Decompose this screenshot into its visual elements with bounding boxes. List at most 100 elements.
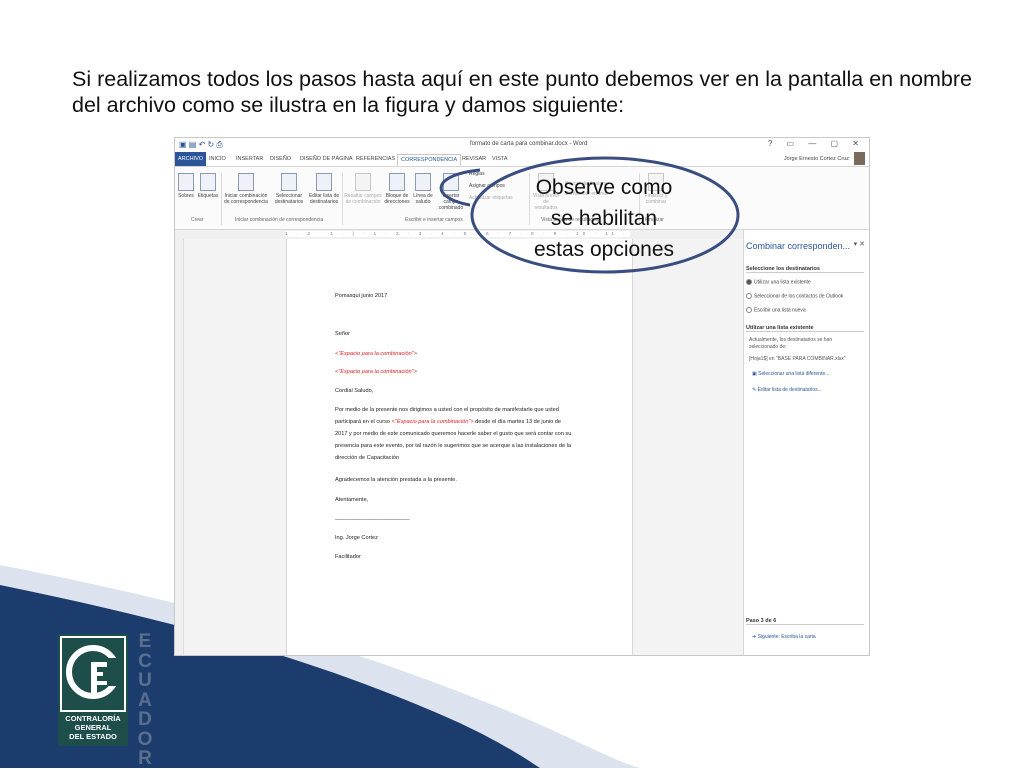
ecuador-vertical-text: E C U A D O R xyxy=(134,632,156,769)
radio-new-list[interactable]: Escribir una lista nueva xyxy=(746,307,806,313)
editar-label: Editar lista de destinatarios xyxy=(308,193,340,205)
insertar-campo-label: Insertar campo combinado xyxy=(438,193,464,211)
labels-icon xyxy=(200,173,216,191)
link-label: Editar lista de destinatarios... xyxy=(757,387,822,393)
ecuador-letter: A xyxy=(138,689,152,711)
doc-agradecemos: Agradecemos la atención prestada a la pr… xyxy=(335,477,457,483)
iniciar-combinacion-button[interactable]: Iniciar combinación de correspondencia xyxy=(223,173,269,205)
title-bar: ▣ ▤ ↶ ↻ ⎙ formato de carta para combinar… xyxy=(175,138,869,152)
ecuador-letter: O xyxy=(137,728,153,750)
word-app-icon[interactable]: ▣ ▤ ↶ ↻ ⎙ xyxy=(179,140,223,150)
vertical-ruler[interactable] xyxy=(175,239,184,655)
tab-inicio[interactable]: INICIO xyxy=(206,154,229,164)
group-escribir: Escribir e insertar campos xyxy=(405,217,463,223)
group-iniciar: Iniciar combinación de correspondencia xyxy=(235,217,324,223)
radio-icon xyxy=(746,279,752,285)
pane-heading-use-list: Utilizar una lista existente xyxy=(746,325,864,332)
tab-revisar[interactable]: REVISAR xyxy=(459,154,489,164)
doc-body-line: participará en el curso <"Espacio para l… xyxy=(335,417,585,428)
doc-body-line: Por medio de la presente nos dirigimos a… xyxy=(335,407,559,413)
bloque-label: Bloque de direcciones xyxy=(384,193,410,205)
reglas-button[interactable]: Reglas xyxy=(469,171,519,177)
pane-step: Paso 3 de 6 xyxy=(746,618,864,625)
tab-diseno-pagina[interactable]: DISEÑO DE PÁGINA xyxy=(297,154,356,164)
sobres-button[interactable]: Sobres xyxy=(177,173,195,199)
callout-line: se habilitan xyxy=(550,207,658,230)
ecuador-letter: E xyxy=(138,631,152,652)
resaltar-label: Resaltar campos de combinación xyxy=(344,193,382,205)
etiquetas-button[interactable]: Etiquetas xyxy=(197,173,219,199)
ribbon-separator xyxy=(221,173,222,225)
logo-caption: CONTRALORÍA GENERAL DEL ESTADO xyxy=(56,714,130,741)
next-step-link[interactable]: ➔ Siguiente: Escriba la carta xyxy=(752,634,816,640)
address-block-icon xyxy=(389,173,405,191)
radio-icon xyxy=(746,293,752,299)
tab-insertar[interactable]: INSERTAR xyxy=(233,154,266,164)
select-different-list-link[interactable]: ▣ Seleccionar una lista diferente... xyxy=(752,371,829,377)
insertar-campo-button[interactable]: Insertar campo combinado xyxy=(435,173,467,211)
radio-icon xyxy=(746,307,752,313)
editar-lista-button[interactable]: Editar lista de destinatarios xyxy=(307,173,341,205)
ribbon-tabs: ARCHIVO INICIO INSERTAR DISEÑO DISEÑO DE… xyxy=(175,152,869,167)
callout-line: Observe como xyxy=(535,176,673,199)
asignar-label: Asignar campos xyxy=(469,183,505,189)
doc-body-line: dirección de Capacitación xyxy=(335,455,400,461)
mail-merge-pane: Combinar corresponden... ▾ ✕ Seleccione … xyxy=(743,230,869,655)
tab-referencias[interactable]: REFERENCIAS xyxy=(353,154,398,164)
greeting-icon xyxy=(415,173,431,191)
callout-text: Observe como se habilitan estas opciones xyxy=(522,172,686,265)
actualizar-etiquetas-button[interactable]: Actualizar etiquetas xyxy=(469,195,527,201)
radio-existing-list[interactable]: Utilizar una lista existente xyxy=(746,279,811,285)
tab-vista[interactable]: VISTA xyxy=(489,154,511,164)
seleccionar-label: Seleccionar destinatarios xyxy=(274,193,304,205)
document-icon xyxy=(238,173,254,191)
asignar-campos-button[interactable]: Asignar campos xyxy=(469,183,519,189)
pane-close-icon[interactable]: ▾ ✕ xyxy=(854,240,865,248)
radio-outlook-contacts[interactable]: Seleccionar de los contactos de Outlook xyxy=(746,293,843,299)
doc-body-line: presencia para este evento, por tal razó… xyxy=(335,443,572,449)
group-crear: Crear xyxy=(191,217,204,223)
edit-list-icon xyxy=(316,173,332,191)
avatar[interactable] xyxy=(854,152,865,165)
ecuador-letter: D xyxy=(138,709,152,730)
reglas-label: Reglas xyxy=(469,171,485,177)
merge-field: <"Espacio para la combinación"> xyxy=(335,351,418,357)
ecuador-letter: R xyxy=(138,748,152,769)
tab-archivo[interactable]: ARCHIVO xyxy=(175,152,207,166)
tab-correspondencia[interactable]: CORRESPONDENCIA xyxy=(397,154,462,166)
insert-field-icon xyxy=(443,173,459,191)
pane-heading-select: Seleccione los destinatarios xyxy=(746,266,864,273)
sobres-label: Sobres xyxy=(178,193,194,199)
document-area: Pomasqui junio 2017 Señor <"Espacio para… xyxy=(184,239,743,655)
seleccionar-destinatarios-button[interactable]: Seleccionar destinatarios xyxy=(272,173,306,205)
doc-senor: Señor xyxy=(335,331,350,337)
document-page[interactable]: Pomasqui junio 2017 Señor <"Espacio para… xyxy=(286,239,633,655)
ecuador-letter: U xyxy=(138,670,152,691)
merge-field: <"Espacio para la combinación"> xyxy=(335,369,418,375)
logo-line: CONTRALORÍA xyxy=(65,714,121,723)
bloque-direcciones-button[interactable]: Bloque de direcciones xyxy=(383,173,411,205)
radio-label: Escribir una lista nueva xyxy=(754,307,806,314)
highlight-icon xyxy=(355,173,371,191)
logo-line: DEL ESTADO xyxy=(69,732,117,741)
etiquetas-label: Etiquetas xyxy=(197,193,219,199)
doc-nombre: Ing. Jorge Cortez xyxy=(335,535,378,541)
doc-body-text: desde el día martes 13 de junio de xyxy=(473,419,562,425)
window-controls[interactable]: ? ▭ — ▢ ✕ xyxy=(768,139,865,148)
radio-label: Utilizar una lista existente xyxy=(754,279,811,286)
merge-field: <"Espacio para la combinación"> xyxy=(391,419,474,425)
resaltar-campos-button[interactable]: Resaltar campos de combinación xyxy=(344,173,382,205)
tab-diseno[interactable]: DISEÑO xyxy=(267,154,294,164)
callout-line: estas opciones xyxy=(533,238,675,261)
user-name[interactable]: Jorge Ernesto Cortez Cruz xyxy=(784,156,849,162)
ribbon-separator xyxy=(342,173,343,225)
link-label: Siguiente: Escriba la carta xyxy=(757,634,816,640)
radio-label: Seleccionar de los contactos de Outlook xyxy=(754,293,844,300)
doc-cargo: Facilitador xyxy=(335,554,361,560)
link-label: Seleccionar una lista diferente... xyxy=(758,371,830,377)
edit-recipient-list-link[interactable]: ✎ Editar lista de destinatarios... xyxy=(752,387,822,393)
linea-saludo-button[interactable]: Línea de saludo xyxy=(412,173,434,205)
doc-saludo: Cordial Saludo, xyxy=(335,388,374,394)
doc-atentamente: Atentamente, xyxy=(335,497,369,503)
instruction-text: Si realizamos todos los pasos hasta aquí… xyxy=(72,67,972,117)
